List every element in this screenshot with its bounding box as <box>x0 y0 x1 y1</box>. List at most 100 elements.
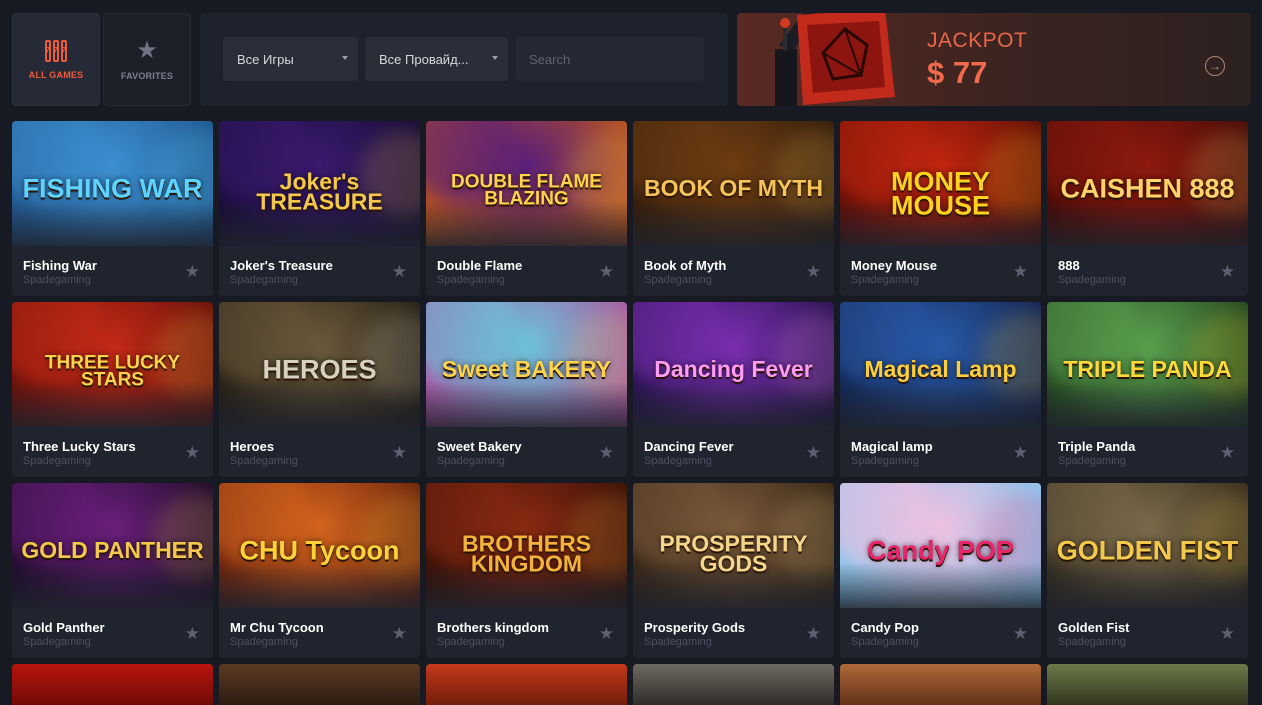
game-provider: Spadegaming <box>230 636 298 648</box>
game-card[interactable]: Dancing Fever Dancing Fever Spadegaming ★ <box>633 302 834 477</box>
game-logo-art: FISHING WAR <box>22 173 203 204</box>
game-thumbnail: Magical Lamp <box>840 302 1041 427</box>
game-logo-art: CHU Tycoon <box>239 535 400 566</box>
game-card[interactable]: Candy POP Candy Pop Spadegaming ★ <box>840 483 1041 658</box>
game-provider: Spadegaming <box>1058 274 1126 286</box>
favorite-star-icon[interactable]: ★ <box>392 625 407 642</box>
game-card[interactable] <box>633 664 834 705</box>
all-games-button[interactable]: 777 ALL GAMES <box>12 13 100 106</box>
game-provider: Spadegaming <box>437 636 505 648</box>
game-thumbnail: TRIPLE PANDA <box>1047 302 1248 427</box>
game-card[interactable]: BOOK OF MYTH Book of Myth Spadegaming ★ <box>633 121 834 296</box>
favorite-star-icon[interactable]: ★ <box>392 263 407 280</box>
game-card[interactable]: BROTHERS KINGDOM Brothers kingdom Spadegam… <box>426 483 627 658</box>
game-provider: Spadegaming <box>851 455 919 467</box>
game-card[interactable]: DOUBLE FLAME BLAZING Double Flame Spadegam… <box>426 121 627 296</box>
game-logo-art: DOUBLE FLAME BLAZING <box>451 171 602 210</box>
games-select[interactable]: Все Игры <box>223 37 358 81</box>
jackpot-value: $ 77 <box>927 55 988 90</box>
game-card[interactable]: FISHING WAR Fishing War Spadegaming ★ <box>12 121 213 296</box>
game-card[interactable]: HEROES Heroes Spadegaming ★ <box>219 302 420 477</box>
game-card[interactable]: MONEY MOUSE Money Mouse Spadegaming ★ <box>840 121 1041 296</box>
game-card[interactable]: CHU Tycoon Mr Chu Tycoon Spadegaming ★ <box>219 483 420 658</box>
top-bar: 777 ALL GAMES ★ FAVORITES Все Игры Все П… <box>0 0 1262 120</box>
game-logo-art: Magical Lamp <box>864 355 1017 382</box>
game-title: Brothers kingdom <box>437 620 549 635</box>
favorites-label: FAVORITES <box>120 70 174 81</box>
game-logo-art: Dancing Fever <box>654 355 813 382</box>
favorite-star-icon[interactable]: ★ <box>806 263 821 280</box>
favorites-button[interactable]: ★ FAVORITES <box>103 13 191 106</box>
game-card[interactable] <box>12 664 213 705</box>
game-card[interactable]: Sweet BAKERY Sweet Bakery Spadegaming ★ <box>426 302 627 477</box>
game-thumbnail: HEROES <box>219 302 420 427</box>
game-card[interactable]: Magical Lamp Magical lamp Spadegaming ★ <box>840 302 1041 477</box>
game-title: Three Lucky Stars <box>23 439 136 454</box>
game-title: Book of Myth <box>644 258 727 273</box>
favorite-star-icon[interactable]: ★ <box>806 444 821 461</box>
game-provider: Spadegaming <box>23 274 91 286</box>
game-card[interactable]: TRIPLE PANDA Triple Panda Spadegaming ★ <box>1047 302 1248 477</box>
search-input[interactable] <box>516 37 704 81</box>
game-thumbnail <box>219 664 420 705</box>
game-provider: Spadegaming <box>230 455 298 467</box>
game-provider: Spadegaming <box>644 274 712 286</box>
game-title: Fishing War <box>23 258 97 273</box>
arrow-right-circle-icon[interactable]: → <box>1205 56 1225 76</box>
favorite-star-icon[interactable]: ★ <box>599 444 614 461</box>
game-logo-art: Sweet BAKERY <box>441 355 612 382</box>
game-logo-art: HEROES <box>262 354 377 385</box>
game-thumbnail: Joker's TREASURE <box>219 121 420 246</box>
game-title: Joker's Treasure <box>230 258 333 273</box>
game-card[interactable]: GOLDEN FIST Golden Fist Spadegaming ★ <box>1047 483 1248 658</box>
providers-select[interactable]: Все Провайд... <box>365 37 508 81</box>
game-logo-art: CAISHEN 888 <box>1060 173 1235 204</box>
game-title: Double Flame <box>437 258 523 273</box>
game-card[interactable]: Joker's TREASURE Joker's Treasure Spadegam… <box>219 121 420 296</box>
favorite-star-icon[interactable]: ★ <box>392 444 407 461</box>
game-card[interactable]: CAISHEN 888 888 Spadegaming ★ <box>1047 121 1248 296</box>
game-card[interactable] <box>426 664 627 705</box>
caret-down-icon <box>492 56 498 60</box>
game-logo-art: BOOK OF MYTH <box>644 174 823 201</box>
favorite-star-icon[interactable]: ★ <box>185 625 200 642</box>
game-logo-art: THREE LUCKY STARS <box>44 352 181 391</box>
game-card[interactable] <box>219 664 420 705</box>
game-title: Triple Panda <box>1058 439 1136 454</box>
favorite-star-icon[interactable]: ★ <box>1220 444 1235 461</box>
game-thumbnail: CAISHEN 888 <box>1047 121 1248 246</box>
game-title: Dancing Fever <box>644 439 734 454</box>
game-title: 888 <box>1058 258 1080 273</box>
game-title: Prosperity Gods <box>644 620 746 635</box>
game-thumbnail: DOUBLE FLAME BLAZING <box>426 121 627 246</box>
game-card[interactable] <box>1047 664 1248 705</box>
jackpot-title: JACKPOT <box>927 29 1028 52</box>
favorite-star-icon[interactable]: ★ <box>1013 625 1028 642</box>
game-provider: Spadegaming <box>644 636 712 648</box>
jackpot-banner[interactable]: JACKPOT $ 77 → <box>737 13 1251 106</box>
games-select-value: Все Игры <box>237 51 294 67</box>
game-card[interactable] <box>840 664 1041 705</box>
game-provider: Spadegaming <box>644 455 712 467</box>
favorite-star-icon[interactable]: ★ <box>1013 263 1028 280</box>
game-thumbnail: Sweet BAKERY <box>426 302 627 427</box>
game-title: Gold Panther <box>23 620 105 635</box>
game-logo-art: Joker's TREASURE <box>256 168 383 215</box>
favorite-star-icon[interactable]: ★ <box>185 444 200 461</box>
game-logo-art: Candy POP <box>866 535 1015 566</box>
game-card[interactable]: GOLD PANTHER Gold Panther Spadegaming ★ <box>12 483 213 658</box>
favorite-star-icon[interactable]: ★ <box>806 625 821 642</box>
game-card[interactable]: THREE LUCKY STARS Three Lucky Stars Spadeg… <box>12 302 213 477</box>
game-thumbnail <box>426 664 627 705</box>
favorite-star-icon[interactable]: ★ <box>599 625 614 642</box>
favorite-star-icon[interactable]: ★ <box>185 263 200 280</box>
game-provider: Spadegaming <box>437 274 505 286</box>
game-provider: Spadegaming <box>1058 455 1126 467</box>
game-card[interactable]: PROSPERITY GODS Prosperity Gods Spadegamin… <box>633 483 834 658</box>
game-thumbnail <box>12 664 213 705</box>
favorite-star-icon[interactable]: ★ <box>599 263 614 280</box>
favorite-star-icon[interactable]: ★ <box>1220 263 1235 280</box>
favorite-star-icon[interactable]: ★ <box>1220 625 1235 642</box>
favorite-star-icon[interactable]: ★ <box>1013 444 1028 461</box>
filter-panel: Все Игры Все Провайд... <box>200 13 728 106</box>
